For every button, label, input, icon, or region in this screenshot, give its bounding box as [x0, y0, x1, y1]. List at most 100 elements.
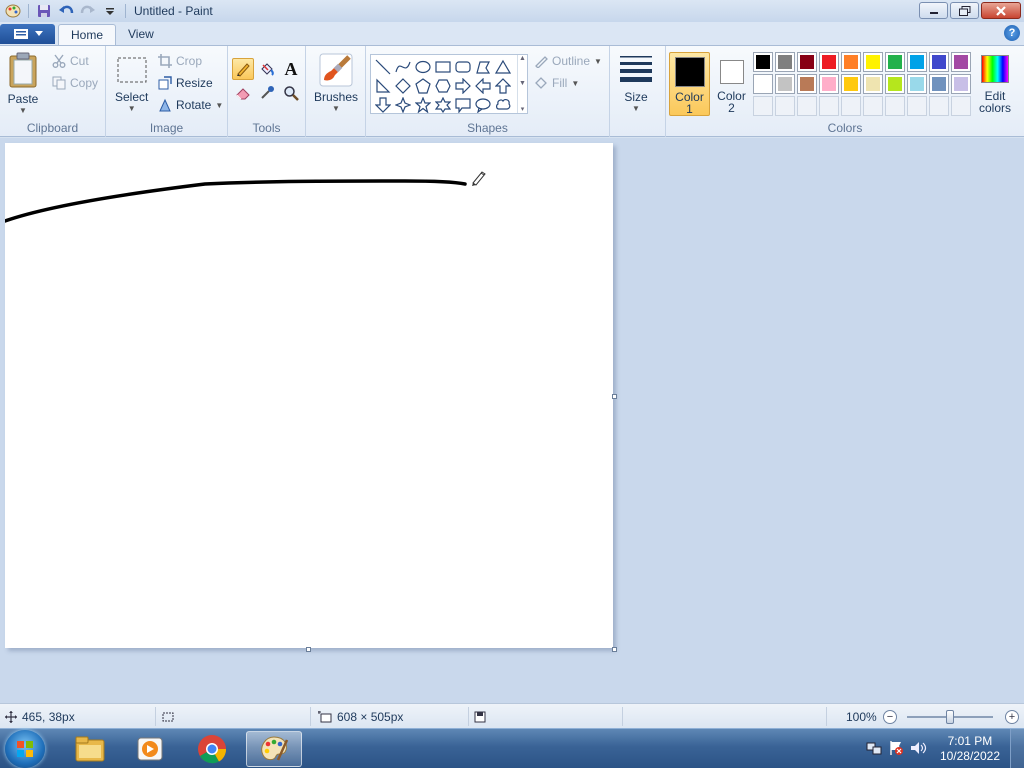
paint-app-icon[interactable] — [4, 2, 22, 20]
palette-swatch-empty[interactable] — [951, 96, 971, 116]
volume-icon[interactable] — [910, 740, 928, 759]
palette-swatch[interactable] — [951, 74, 971, 94]
rect-callout-shape[interactable] — [453, 95, 473, 114]
pencil-tool[interactable] — [232, 58, 254, 80]
minimize-button[interactable] — [919, 2, 948, 19]
cut-button[interactable]: Cut — [52, 54, 89, 68]
paste-button[interactable]: Paste ▼ — [7, 52, 39, 115]
resize-handle-right[interactable] — [612, 394, 617, 399]
show-desktop-button[interactable] — [1010, 729, 1024, 768]
palette-swatch-empty[interactable] — [775, 96, 795, 116]
paint-menu-button[interactable] — [0, 24, 55, 44]
save-icon[interactable] — [35, 2, 53, 20]
pentagon-shape[interactable] — [413, 76, 433, 95]
expand-gallery-icon[interactable]: ▾ — [521, 105, 525, 113]
tab-home[interactable]: Home — [58, 24, 117, 45]
palette-swatch-empty[interactable] — [841, 96, 861, 116]
color1-button[interactable]: Color 1 — [669, 52, 710, 116]
palette-swatch-empty[interactable] — [797, 96, 817, 116]
palette-swatch[interactable] — [819, 74, 839, 94]
cloud-callout-shape[interactable] — [493, 95, 513, 114]
hexagon-shape[interactable] — [433, 76, 453, 95]
scroll-up-icon[interactable]: ▲ — [519, 55, 526, 62]
rounded-rectangle-shape[interactable] — [453, 57, 473, 76]
color-picker-tool[interactable] — [256, 82, 278, 104]
palette-swatch-empty[interactable] — [929, 96, 949, 116]
palette-swatch-empty[interactable] — [907, 96, 927, 116]
up-arrow-shape[interactable] — [493, 76, 513, 95]
palette-swatch[interactable] — [951, 52, 971, 72]
palette-swatch[interactable] — [775, 74, 795, 94]
palette-swatch[interactable] — [775, 52, 795, 72]
oval-shape[interactable] — [413, 57, 433, 76]
text-tool[interactable]: A — [280, 58, 302, 80]
palette-swatch[interactable] — [885, 52, 905, 72]
crop-button[interactable]: Crop — [158, 54, 202, 68]
start-button[interactable] — [5, 730, 45, 768]
rectangle-shape[interactable] — [433, 57, 453, 76]
brushes-button[interactable]: Brushes ▼ — [314, 52, 358, 113]
eraser-tool[interactable] — [232, 82, 254, 104]
triangle-shape[interactable] — [493, 57, 513, 76]
color2-button[interactable]: Color 2 — [711, 52, 752, 116]
copy-button[interactable]: Copy — [52, 76, 98, 90]
palette-swatch[interactable] — [929, 52, 949, 72]
fill-button[interactable]: Fill ▼ — [534, 76, 579, 90]
six-point-star-shape[interactable] — [433, 95, 453, 114]
taskbar-paint[interactable] — [246, 731, 302, 767]
palette-swatch[interactable] — [797, 52, 817, 72]
tab-view[interactable]: View — [116, 24, 166, 45]
polygon-shape[interactable] — [473, 57, 493, 76]
palette-swatch[interactable] — [907, 74, 927, 94]
zoom-slider-thumb[interactable] — [946, 710, 954, 724]
palette-swatch-empty[interactable] — [753, 96, 773, 116]
resize-handle-bottom[interactable] — [306, 647, 311, 652]
drawing-canvas[interactable] — [5, 143, 613, 648]
diamond-shape[interactable] — [393, 76, 413, 95]
five-point-star-shape[interactable] — [413, 95, 433, 114]
palette-swatch-empty[interactable] — [863, 96, 883, 116]
palette-swatch[interactable] — [863, 52, 883, 72]
close-button[interactable] — [981, 2, 1021, 19]
right-triangle-shape[interactable] — [373, 76, 393, 95]
network-icon[interactable] — [866, 740, 882, 759]
zoom-in-button[interactable]: + — [1005, 710, 1019, 724]
edit-colors-button[interactable]: Edit colors — [974, 52, 1016, 116]
oval-callout-shape[interactable] — [473, 95, 493, 114]
fill-tool[interactable] — [256, 58, 278, 80]
palette-swatch[interactable] — [863, 74, 883, 94]
taskbar-chrome[interactable] — [184, 731, 240, 767]
palette-swatch[interactable] — [929, 74, 949, 94]
magnifier-tool[interactable] — [280, 82, 302, 104]
redo-icon[interactable] — [79, 2, 97, 20]
palette-swatch-empty[interactable] — [885, 96, 905, 116]
resize-button[interactable]: Resize — [158, 76, 213, 90]
outline-button[interactable]: Outline ▼ — [534, 54, 602, 68]
palette-swatch[interactable] — [753, 52, 773, 72]
scroll-down-icon[interactable]: ▼ — [519, 80, 526, 87]
palette-swatch-empty[interactable] — [819, 96, 839, 116]
down-arrow-shape[interactable] — [373, 95, 393, 114]
curve-shape[interactable] — [393, 57, 413, 76]
taskbar-explorer[interactable] — [62, 731, 118, 767]
shapes-scrollbar[interactable]: ▲ ▼ ▾ — [517, 55, 527, 113]
restore-button[interactable] — [950, 2, 979, 19]
customize-qat-icon[interactable] — [101, 2, 119, 20]
select-button[interactable]: Select ▼ — [115, 56, 148, 113]
action-center-icon[interactable] — [888, 740, 904, 759]
taskbar-media-player[interactable] — [122, 731, 178, 767]
palette-swatch[interactable] — [841, 52, 861, 72]
undo-icon[interactable] — [57, 2, 75, 20]
palette-swatch[interactable] — [753, 74, 773, 94]
help-icon[interactable]: ? — [1004, 25, 1020, 41]
line-shape[interactable] — [373, 57, 393, 76]
resize-handle-corner[interactable] — [612, 647, 617, 652]
clock[interactable]: 7:01 PM 10/28/2022 — [940, 734, 1000, 764]
palette-swatch[interactable] — [819, 52, 839, 72]
zoom-out-button[interactable]: − — [883, 710, 897, 724]
left-arrow-shape[interactable] — [473, 76, 493, 95]
palette-swatch[interactable] — [841, 74, 861, 94]
size-button[interactable]: Size ▼ — [619, 54, 653, 113]
palette-swatch[interactable] — [797, 74, 817, 94]
right-arrow-shape[interactable] — [453, 76, 473, 95]
